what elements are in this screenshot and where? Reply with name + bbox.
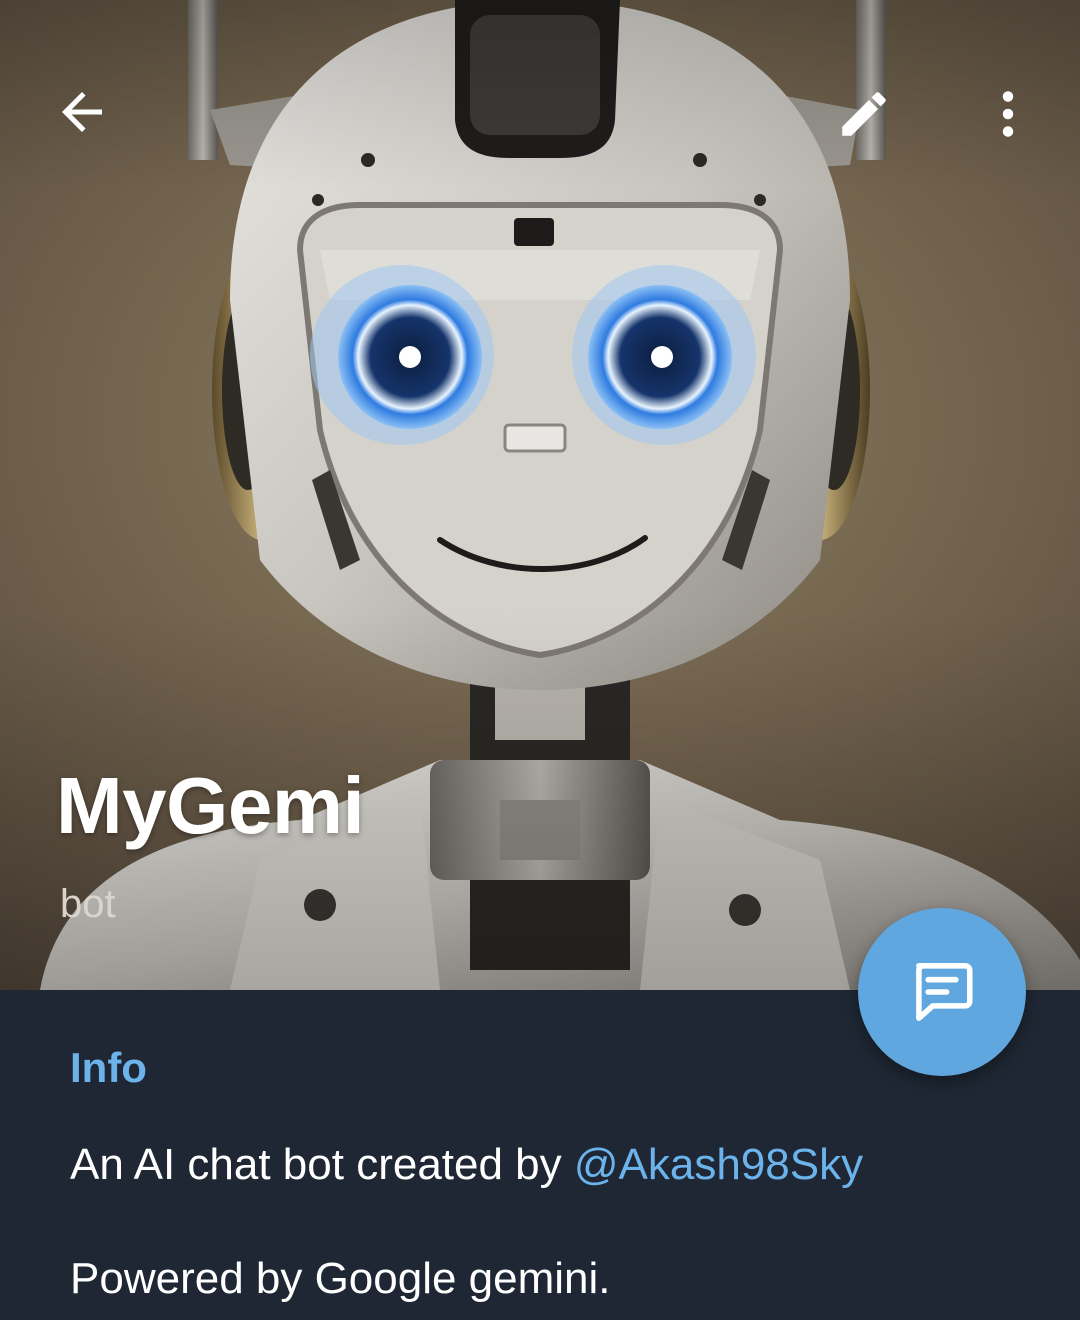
profile-name: MyGemi [56, 761, 365, 850]
creator-mention-link[interactable]: @Akash98Sky [574, 1140, 863, 1189]
bot-description: An AI chat bot created by @Akash98Sky [70, 1140, 863, 1190]
description-text: An AI chat bot created by [70, 1140, 574, 1189]
profile-header: MyGemi bot [0, 0, 1080, 990]
info-heading: Info [70, 1044, 147, 1091]
edit-button[interactable] [816, 66, 912, 162]
message-icon [916, 963, 973, 1021]
pencil-icon [842, 92, 886, 136]
back-button[interactable] [34, 64, 130, 160]
arrow-left-icon [62, 92, 102, 132]
profile-status: bot [60, 882, 116, 926]
bot-description-line2: Powered by Google gemini. [70, 1254, 611, 1303]
more-vertical-icon [1002, 91, 1014, 137]
send-message-button[interactable] [858, 908, 1026, 1076]
more-options-button[interactable] [960, 66, 1056, 162]
